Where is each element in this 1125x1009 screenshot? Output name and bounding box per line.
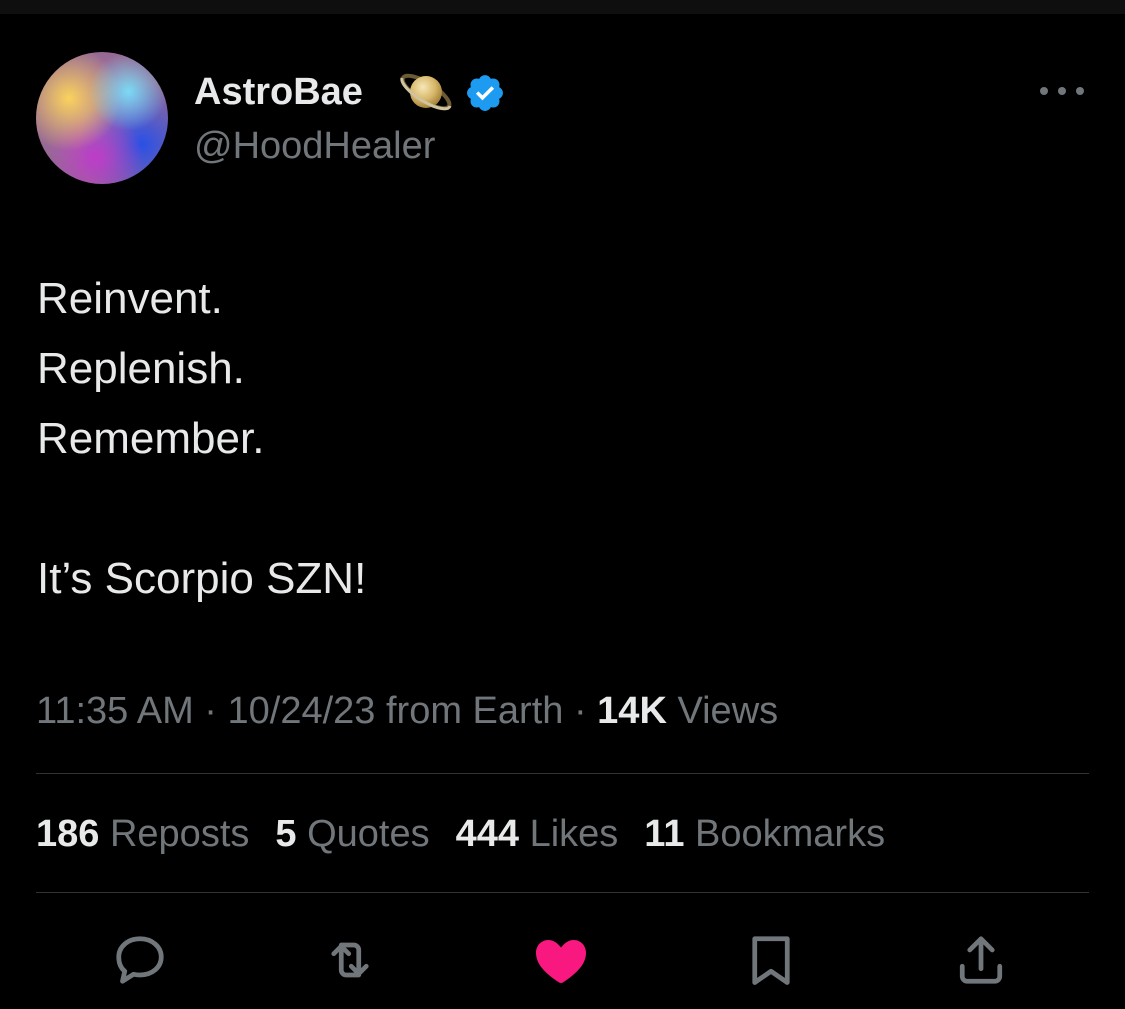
meta-separator: · [204,690,217,732]
repost-button[interactable] [320,930,380,990]
meta-separator: · [573,690,587,732]
tweet-line: Remember. [37,414,265,463]
more-dot [1040,87,1048,95]
tweet-line: Reinvent. [37,274,223,323]
reposts-count: 186 [36,813,100,855]
avatar[interactable] [36,52,168,184]
like-icon [536,940,586,983]
more-options-icon[interactable] [1040,80,1084,102]
more-dot [1058,87,1066,95]
quotes-label: Quotes [307,813,430,855]
share-icon [959,936,1003,984]
verified-badge-icon [467,75,503,111]
tweet-meta: 11:35 AM · 10/24/23 from Earth · 14K Vie… [36,686,778,736]
engagement-stats: 186 Reposts 5 Quotes 444 Likes 11 Bookma… [36,808,885,860]
tweet-line: It’s Scorpio SZN! [37,554,367,603]
tweet-time[interactable]: 11:35 AM [36,690,194,732]
more-dot [1076,87,1084,95]
quotes-stat[interactable]: 5 Quotes [275,808,429,860]
user-handle[interactable]: @HoodHealer [194,124,435,168]
like-button[interactable] [531,930,591,990]
bookmarks-label: Bookmarks [695,813,886,855]
saturn-icon [400,73,452,111]
bookmarks-stat[interactable]: 11 Bookmarks [644,808,885,860]
tweet-date[interactable]: 10/24/23 [228,690,376,732]
bookmark-button[interactable] [741,930,801,990]
reply-icon [116,936,164,984]
tweet-text: Reinvent. Replenish. Remember. It’s Scor… [37,264,366,614]
likes-stat[interactable]: 444 Likes [456,808,619,860]
status-bar-strip [0,0,1125,14]
tweet-source: from Earth [386,690,564,732]
likes-label: Likes [529,813,619,855]
likes-count: 444 [455,813,520,855]
tweet-line: Replenish. [37,344,245,393]
reposts-label: Reposts [109,813,250,855]
reply-button[interactable] [110,930,170,990]
reposts-stat[interactable]: 186 Reposts [36,808,249,860]
share-button[interactable] [951,930,1011,990]
bookmark-icon [752,936,790,985]
repost-icon [331,942,369,978]
divider [36,773,1089,774]
divider [36,892,1089,893]
display-name[interactable]: AstroBae [194,70,363,114]
bookmarks-count: 11 [644,813,685,855]
views-label[interactable]: Views [677,690,778,732]
views-count[interactable]: 14K [597,690,667,732]
quotes-count: 5 [275,813,297,855]
